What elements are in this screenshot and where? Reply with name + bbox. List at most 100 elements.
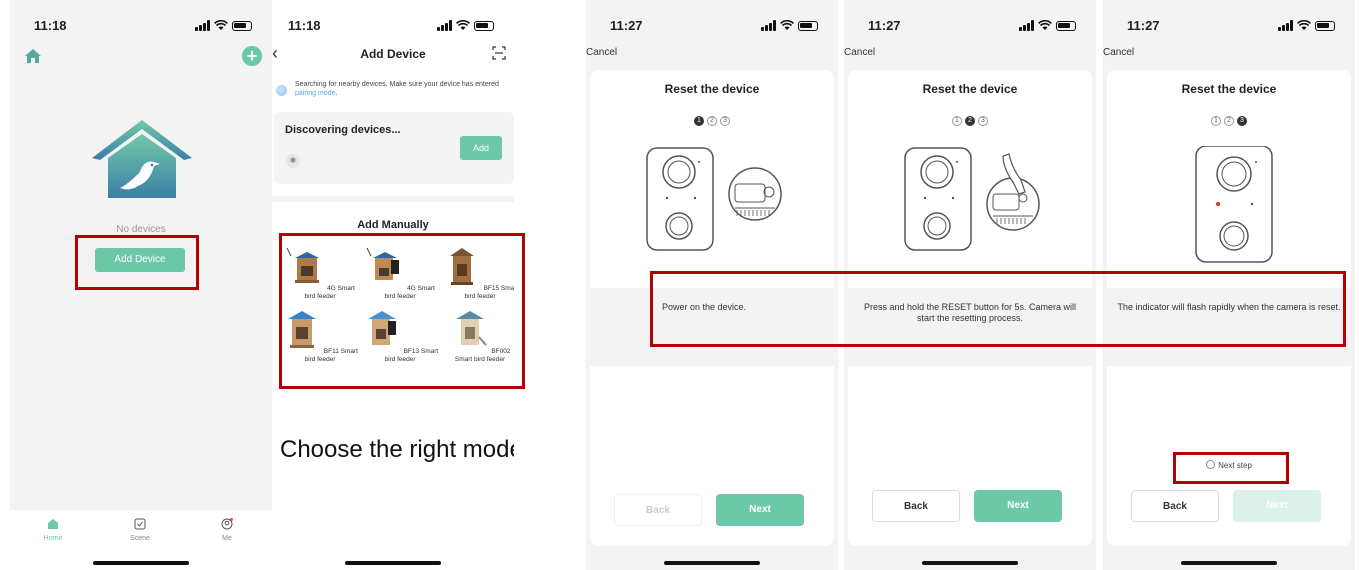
pairing-mode-link[interactable]: pairing mode: [295, 90, 335, 97]
battery-icon: [232, 20, 252, 31]
model-item[interactable]: BF002 Smart bird feeder: [440, 307, 514, 364]
battery-icon: [474, 20, 494, 31]
step-dot: 1: [694, 116, 704, 126]
status-time: 11:18: [288, 18, 321, 33]
add-manually-title: Add Manually: [357, 219, 429, 231]
camera-indicator-illustration: [1195, 146, 1273, 263]
bird-feeder-bf11-icon: [287, 311, 316, 348]
bird-feeder-4g-solar-icon: [366, 247, 400, 280]
camera-power-illustration: [646, 147, 782, 251]
battery-icon: [1056, 20, 1076, 31]
profile-icon: [221, 518, 233, 530]
camera-reset-illustration: [904, 147, 1040, 251]
step-dot: 1: [1211, 116, 1221, 126]
no-devices-text: No devices: [116, 224, 166, 235]
step-dot: 1: [952, 116, 962, 126]
status-icons: [1019, 20, 1076, 31]
wifi-icon: [1038, 20, 1052, 30]
next-step-radio[interactable]: Next step: [1107, 460, 1351, 470]
bluetooth-icon: ✱: [286, 154, 300, 168]
step-indicator: 1 2 3: [1107, 116, 1351, 126]
tab-home[interactable]: Home: [28, 518, 78, 542]
model-item[interactable]: 4G Smart bird feeder: [280, 244, 360, 301]
reset-card: Reset the device 1 2 3 Press and hold th…: [848, 70, 1092, 546]
tab-me-label: Me: [222, 535, 232, 542]
step-dot: 3: [720, 116, 730, 126]
status-time: 11:18: [34, 18, 67, 33]
status-time: 11:27: [610, 18, 643, 33]
reset-card: Reset the device 1 2 3 Power on the devi…: [590, 70, 834, 546]
step-dot: 3: [978, 116, 988, 126]
status-icons: [761, 20, 818, 31]
instruction-text: Press and hold the RESET button for 5s. …: [864, 302, 1076, 323]
battery-icon: [1315, 20, 1335, 31]
instruction-text: Power on the device.: [662, 302, 747, 312]
wifi-icon: [780, 20, 794, 30]
wifi-icon: [214, 20, 228, 30]
reset-step-2-screen: 11:27 Cancel Reset the device 1 2 3 Pres…: [844, 0, 1096, 570]
radio-circle-icon: [1206, 460, 1216, 469]
status-bar: 11:18: [272, 18, 514, 36]
instruction-text: The indicator will flash rapidly when th…: [1117, 302, 1341, 312]
step-dot: 2: [965, 116, 975, 126]
home-indicator: [93, 561, 189, 565]
signal-icon: [1278, 20, 1293, 31]
plus-circle-icon[interactable]: +: [242, 46, 262, 66]
search-message-suffix: .: [335, 90, 338, 97]
model-item[interactable]: BF13 Smart bird feeder: [360, 307, 440, 364]
next-button[interactable]: Next: [1233, 490, 1321, 522]
card-title: Reset the device: [664, 82, 760, 96]
home-icon[interactable]: [24, 48, 42, 64]
signal-icon: [1019, 20, 1034, 31]
step-dot: 2: [707, 116, 717, 126]
model-item[interactable]: BF15 Smart bird feeder: [440, 244, 514, 301]
status-bar: 11:27: [586, 18, 838, 36]
choose-model-caption: Choose the right model: [280, 436, 514, 463]
cancel-button[interactable]: Cancel: [844, 47, 875, 58]
signal-icon: [761, 20, 776, 31]
card-title: Reset the device: [922, 82, 1018, 96]
status-icons: [195, 20, 252, 31]
step-indicator: 1 2 3: [590, 116, 834, 126]
reset-card: Reset the device 1 2 3 The indicator wil…: [1107, 70, 1351, 546]
model-item[interactable]: 4G Smart bird feeder: [360, 244, 440, 301]
cancel-button[interactable]: Cancel: [586, 47, 617, 58]
scene-check-icon: [134, 518, 146, 530]
battery-icon: [798, 20, 818, 31]
cancel-button[interactable]: Cancel: [1103, 47, 1134, 58]
status-time: 11:27: [1127, 18, 1160, 33]
tab-home-label: Home: [43, 535, 63, 542]
bird-feeder-bf15-icon: [449, 248, 474, 285]
model-grid: 4G Smart bird feeder 4G Smart bird feede…: [280, 244, 514, 364]
back-button[interactable]: Back: [1131, 490, 1219, 522]
add-button[interactable]: Add: [460, 136, 502, 160]
section-divider: [272, 196, 514, 202]
next-button[interactable]: Next: [716, 494, 804, 526]
status-time: 11:27: [868, 18, 901, 33]
status-icons: [437, 20, 494, 31]
model-item[interactable]: BF11 Smart bird feeder: [280, 307, 360, 364]
step-indicator: 1 2 3: [848, 116, 1092, 126]
back-button[interactable]: Back: [872, 490, 960, 522]
bird-feeder-bf13-icon: [367, 311, 396, 345]
bird-house-logo: [92, 120, 192, 198]
instruction-band: [848, 288, 1092, 366]
bird-feeder-4g-icon: [286, 247, 320, 283]
tab-scene-label: Scene: [130, 535, 150, 542]
home-icon: [48, 519, 58, 529]
search-status: Searching for nearby devices. Make sure …: [276, 80, 506, 98]
add-device-button[interactable]: Add Device: [95, 248, 185, 272]
next-button[interactable]: Next: [974, 490, 1062, 522]
home-indicator: [345, 561, 441, 565]
home-indicator: [922, 561, 1018, 565]
tab-me[interactable]: Me: [202, 518, 252, 542]
card-title: Reset the device: [1181, 82, 1277, 96]
wifi-icon: [1297, 20, 1311, 30]
back-button[interactable]: Back: [614, 494, 702, 526]
next-step-label: Next step: [1218, 461, 1252, 470]
search-message-text: Searching for nearby devices. Make sure …: [295, 81, 499, 88]
step-dot: 3: [1237, 116, 1247, 126]
instruction-band: [1107, 288, 1351, 366]
scan-icon[interactable]: [492, 46, 506, 60]
tab-scene[interactable]: Scene: [115, 518, 165, 542]
